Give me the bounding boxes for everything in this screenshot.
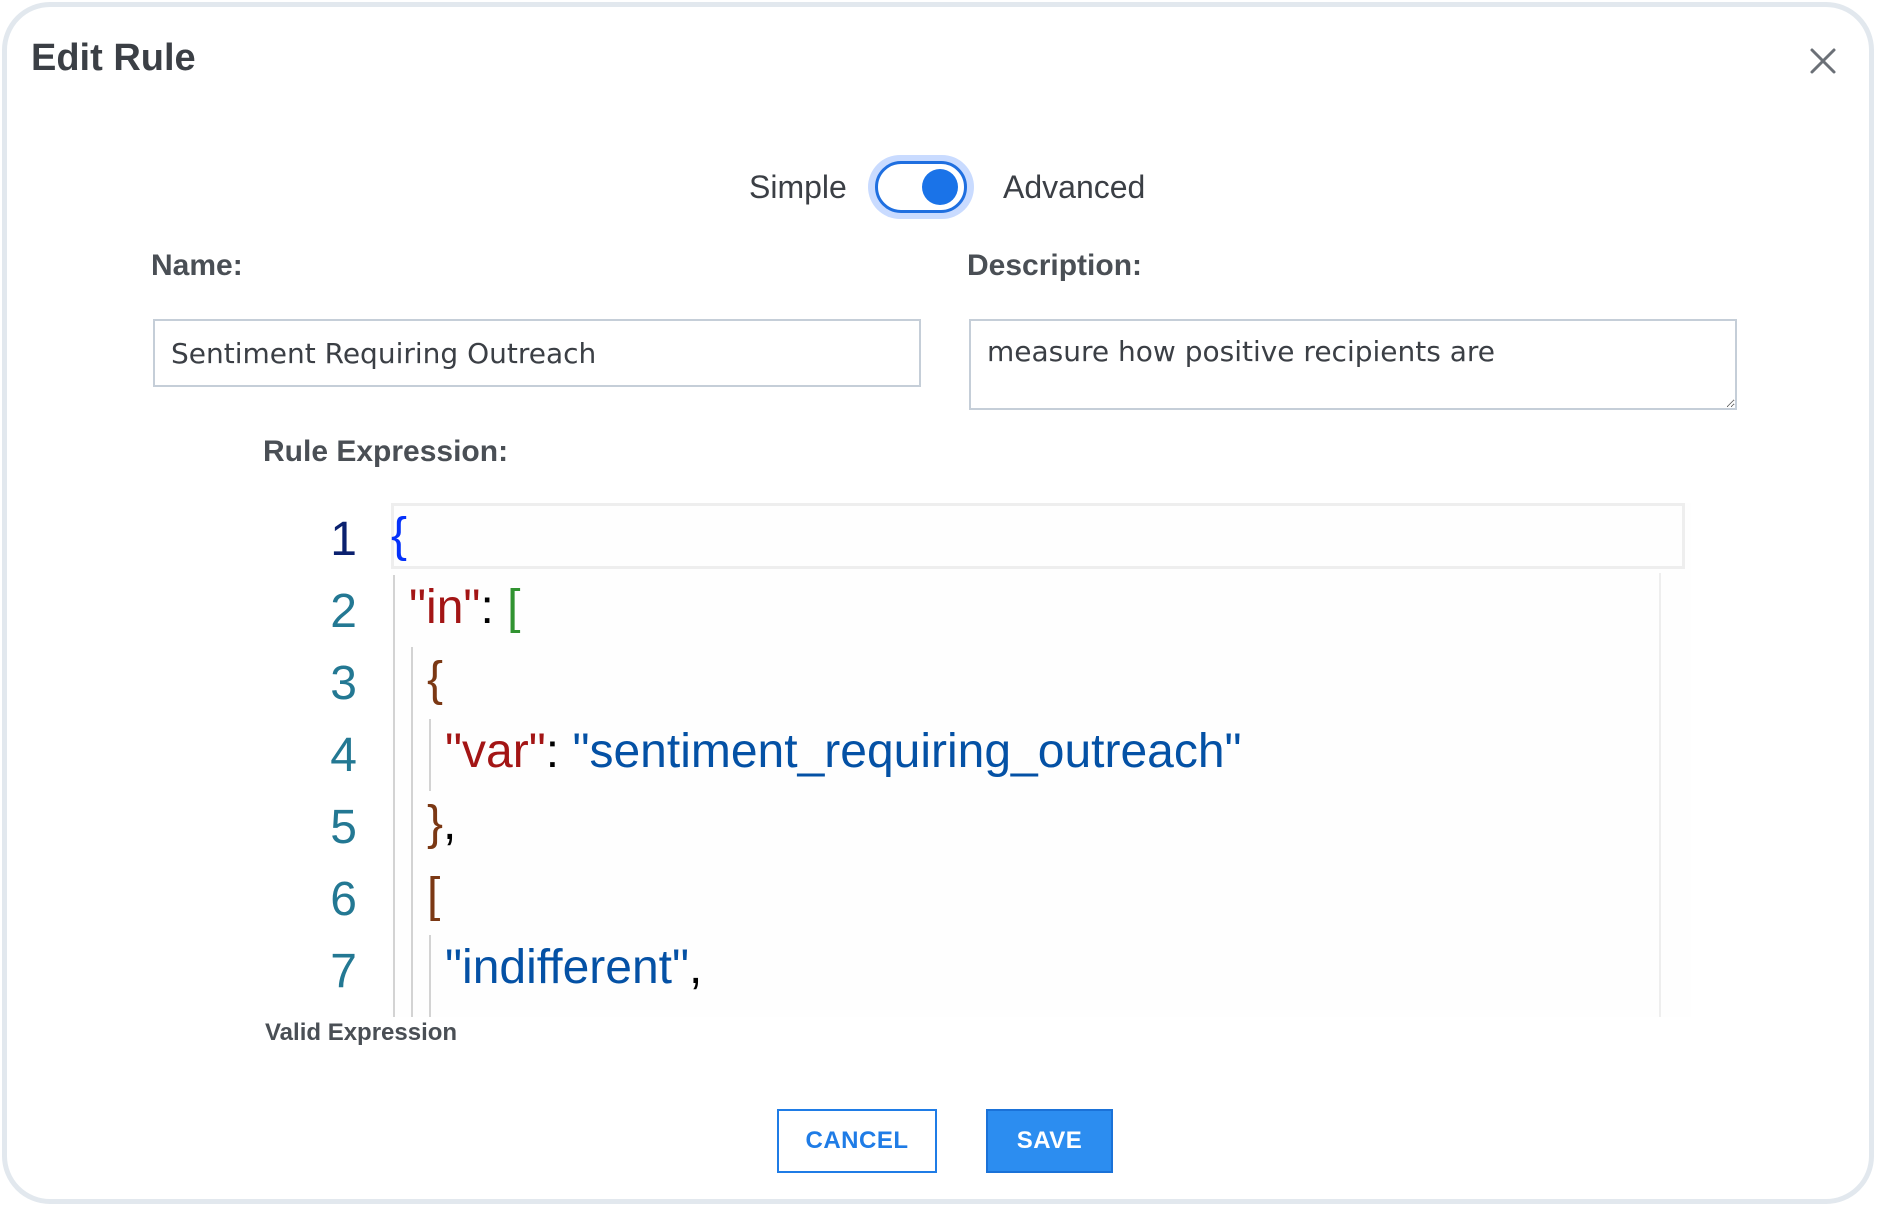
current-line-highlight — [391, 503, 1685, 569]
code-line: { — [391, 503, 407, 572]
line-number: 4 — [330, 729, 357, 782]
cancel-button[interactable]: CANCEL — [777, 1109, 937, 1173]
editor-scroll-edge — [1659, 573, 1661, 1017]
code-line: "indifferent", — [445, 932, 702, 1004]
code-token: { — [391, 509, 408, 562]
line-number: 2 — [330, 585, 357, 638]
code-token: [ — [507, 581, 521, 634]
indent-guide — [429, 935, 431, 1017]
edit-rule-dialog: Edit Rule Simple Advanced Name: Descript… — [2, 2, 1874, 1204]
indent-guide — [429, 719, 431, 791]
code-token: : — [545, 725, 573, 778]
mode-toggle-row: Simple Advanced — [7, 151, 1869, 221]
code-token: [ — [427, 869, 441, 922]
indent-guide — [393, 575, 395, 1017]
dialog-title: Edit Rule — [31, 37, 196, 79]
rule-expression-label: Rule Expression: — [263, 435, 509, 468]
code-line: { — [427, 644, 443, 716]
description-label: Description: — [967, 249, 1143, 282]
code-area[interactable]: {"in": [{"var": "sentiment_requiring_out… — [391, 503, 1691, 1017]
line-number: 3 — [330, 657, 357, 710]
save-button[interactable]: SAVE — [986, 1109, 1113, 1173]
code-token: : — [480, 581, 508, 634]
code-token: "sentiment_requiring_outreach" — [572, 725, 1242, 778]
toggle-label-advanced[interactable]: Advanced — [1003, 169, 1145, 206]
code-token: "in" — [409, 581, 481, 634]
name-input[interactable] — [153, 319, 921, 387]
close-button[interactable] — [1803, 41, 1843, 81]
code-token: , — [689, 941, 703, 994]
line-number-gutter: 1 2 3 4 5 6 7 — [197, 503, 391, 1017]
code-token: "indifferent" — [445, 941, 690, 994]
code-line: [ — [427, 860, 440, 932]
code-editor[interactable]: 1234567 {"in": [{"var": "sentiment_requi… — [197, 503, 1691, 1017]
line-number: 1 — [330, 513, 357, 566]
name-label: Name: — [151, 249, 243, 282]
code-token: "var" — [445, 725, 546, 778]
code-token: , — [443, 797, 457, 850]
close-icon — [1810, 48, 1836, 74]
line-number: 7 — [330, 945, 357, 998]
code-line: "in": [ — [409, 572, 520, 644]
toggle-knob — [922, 169, 958, 205]
code-line: "var": "sentiment_requiring_outreach" — [445, 716, 1242, 788]
expression-status: Valid Expression — [265, 1019, 458, 1046]
line-number: 5 — [330, 801, 357, 854]
mode-toggle-switch[interactable] — [875, 161, 967, 213]
toggle-label-simple[interactable]: Simple — [749, 169, 847, 206]
indent-guide — [411, 647, 413, 1017]
code-token: } — [427, 797, 444, 850]
line-number: 6 — [330, 873, 357, 926]
description-textarea[interactable]: measure how positive recipients are — [969, 319, 1737, 410]
code-token: { — [427, 653, 444, 706]
code-line: }, — [427, 788, 456, 860]
